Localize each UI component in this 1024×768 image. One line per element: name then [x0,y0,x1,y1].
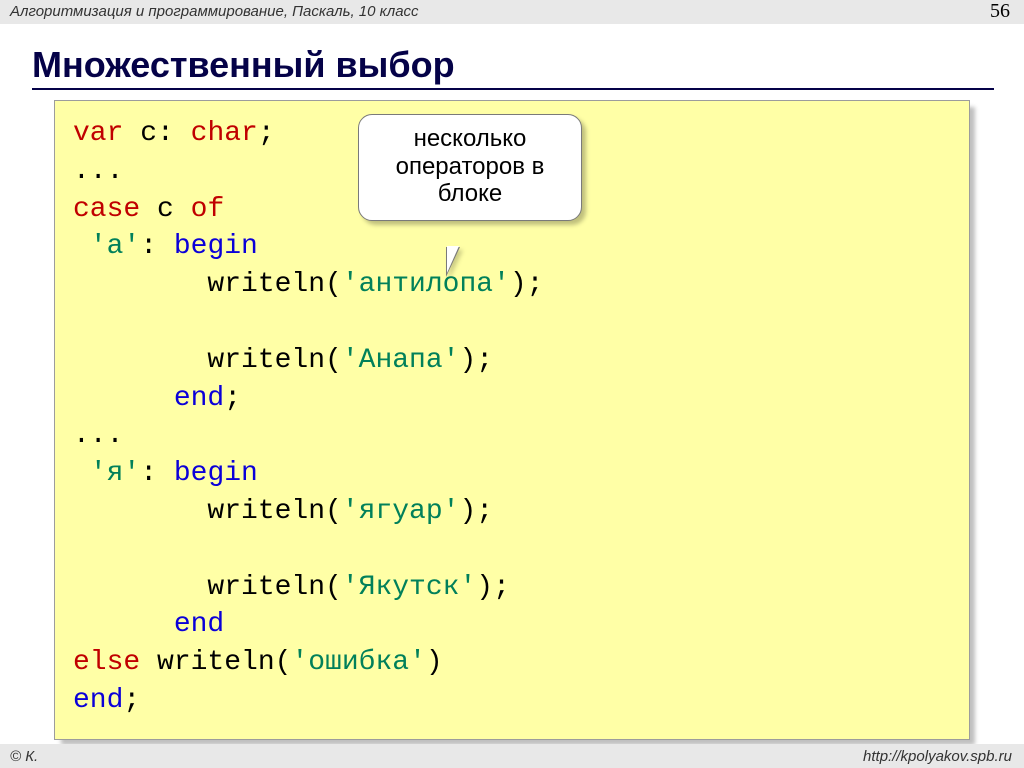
page-number: 56 [990,0,1010,23]
footer-left: © К. [10,748,38,765]
footer-bar: © К. http://kpolyakov.spb.ru [0,744,1024,768]
callout-line: блоке [438,180,502,207]
header-bar: Алгоритмизация и программирование, Паска… [0,0,1024,24]
slide: Алгоритмизация и программирование, Паска… [0,0,1024,768]
callout-line: несколько [414,125,527,152]
footer-right: http://kpolyakov.spb.ru [863,748,1012,765]
callout-body: несколько операторов в блоке [358,114,582,221]
callout-line: операторов в [396,153,545,180]
header-breadcrumb: Алгоритмизация и программирование, Паска… [10,3,419,20]
slide-title: Множественный выбор [32,44,994,90]
callout-bubble: несколько операторов в блоке [358,114,582,221]
